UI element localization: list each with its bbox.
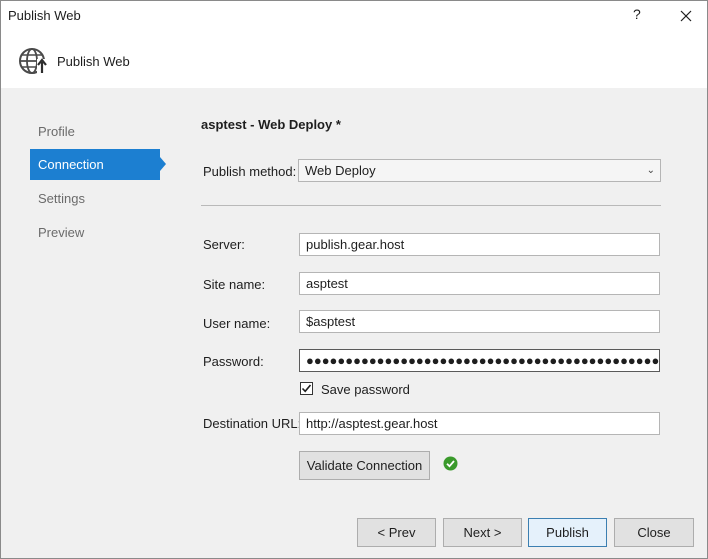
save-password-checkbox[interactable] xyxy=(300,382,313,395)
title-bar: Publish Web ? xyxy=(1,1,707,31)
publish-method-label: Publish method: xyxy=(203,164,297,179)
help-button[interactable]: ? xyxy=(633,6,641,22)
user-name-label: User name: xyxy=(203,316,271,331)
sidebar-item-profile[interactable]: Profile xyxy=(30,116,160,147)
user-name-input[interactable]: $asptest xyxy=(299,310,660,333)
validate-connection-button[interactable]: Validate Connection xyxy=(299,451,430,480)
section-divider xyxy=(201,205,661,206)
active-item-pointer xyxy=(160,157,166,171)
sidebar-item-connection[interactable]: Connection xyxy=(30,149,160,180)
destination-url-label: Destination URL: xyxy=(203,416,302,431)
destination-url-input[interactable]: http://asptest.gear.host xyxy=(299,412,660,435)
close-icon xyxy=(680,10,692,22)
site-name-label: Site name: xyxy=(203,277,266,292)
password-input[interactable]: ●●●●●●●●●●●●●●●●●●●●●●●●●●●●●●●●●●●●●●●●… xyxy=(299,349,660,372)
profile-title: asptest - Web Deploy * xyxy=(201,117,341,132)
checkmark-icon xyxy=(301,384,312,393)
publish-web-dialog: Publish Web ? Publish Web Profile Connec… xyxy=(0,0,708,559)
save-password-label[interactable]: Save password xyxy=(321,382,410,397)
close-button[interactable]: Close xyxy=(614,518,694,547)
publish-method-value: Web Deploy xyxy=(305,163,376,178)
publish-button[interactable]: Publish xyxy=(528,518,607,547)
sidebar-item-settings[interactable]: Settings xyxy=(30,183,160,214)
window-title: Publish Web xyxy=(8,8,81,23)
sidebar-item-preview[interactable]: Preview xyxy=(30,217,160,248)
next-button[interactable]: Next > xyxy=(443,518,522,547)
prev-button[interactable]: < Prev xyxy=(357,518,436,547)
server-label: Server: xyxy=(203,237,245,252)
password-label: Password: xyxy=(203,354,264,369)
publish-method-select[interactable]: Web Deploy ⌄ xyxy=(298,159,661,182)
site-name-input[interactable]: asptest xyxy=(299,272,660,295)
close-window-button[interactable] xyxy=(672,5,700,27)
header-title: Publish Web xyxy=(57,54,130,69)
chevron-down-icon: ⌄ xyxy=(646,165,655,176)
success-check-icon xyxy=(443,456,458,471)
globe-publish-icon xyxy=(19,48,47,74)
header-banner: Publish Web xyxy=(1,31,707,88)
server-input[interactable]: publish.gear.host xyxy=(299,233,660,256)
